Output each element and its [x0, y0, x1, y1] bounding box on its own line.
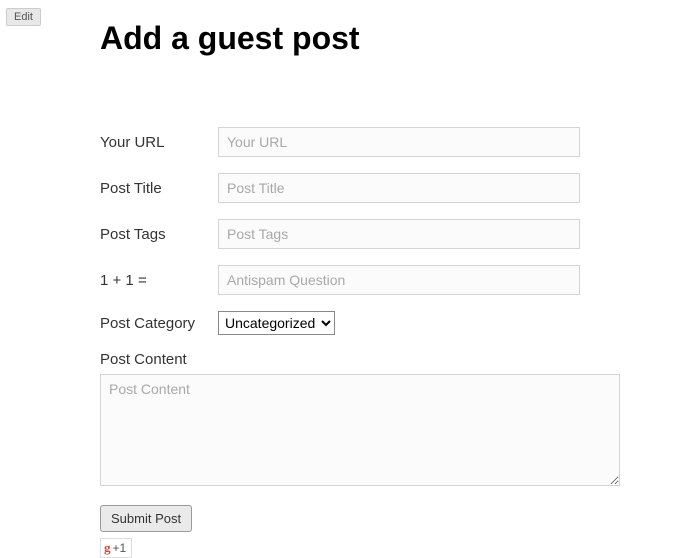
category-select[interactable]: Uncategorized — [218, 311, 335, 335]
label-content: Post Content — [100, 351, 676, 368]
submit-button[interactable]: Submit Post — [100, 505, 192, 532]
label-category: Post Category — [100, 315, 218, 332]
label-post-tags: Post Tags — [100, 226, 218, 243]
url-input[interactable] — [218, 127, 580, 157]
edit-button[interactable]: Edit — [6, 8, 41, 26]
main-content: Add a guest post Your URL Post Title Pos… — [100, 0, 676, 558]
google-plus-label: +1 — [113, 541, 127, 555]
antispam-input[interactable] — [218, 265, 580, 295]
label-antispam: 1 + 1 = — [100, 272, 218, 289]
post-tags-input[interactable] — [218, 219, 580, 249]
row-category: Post Category Uncategorized — [100, 311, 676, 335]
label-post-title: Post Title — [100, 180, 218, 197]
row-antispam: 1 + 1 = — [100, 265, 676, 295]
content-textarea[interactable] — [100, 374, 620, 486]
row-post-title: Post Title — [100, 173, 676, 203]
google-plus-icon: g — [104, 540, 111, 556]
row-post-tags: Post Tags — [100, 219, 676, 249]
post-title-input[interactable] — [218, 173, 580, 203]
row-url: Your URL — [100, 127, 676, 157]
google-plus-one-button[interactable]: g +1 — [100, 538, 132, 558]
page-title: Add a guest post — [100, 20, 676, 57]
label-url: Your URL — [100, 134, 218, 151]
